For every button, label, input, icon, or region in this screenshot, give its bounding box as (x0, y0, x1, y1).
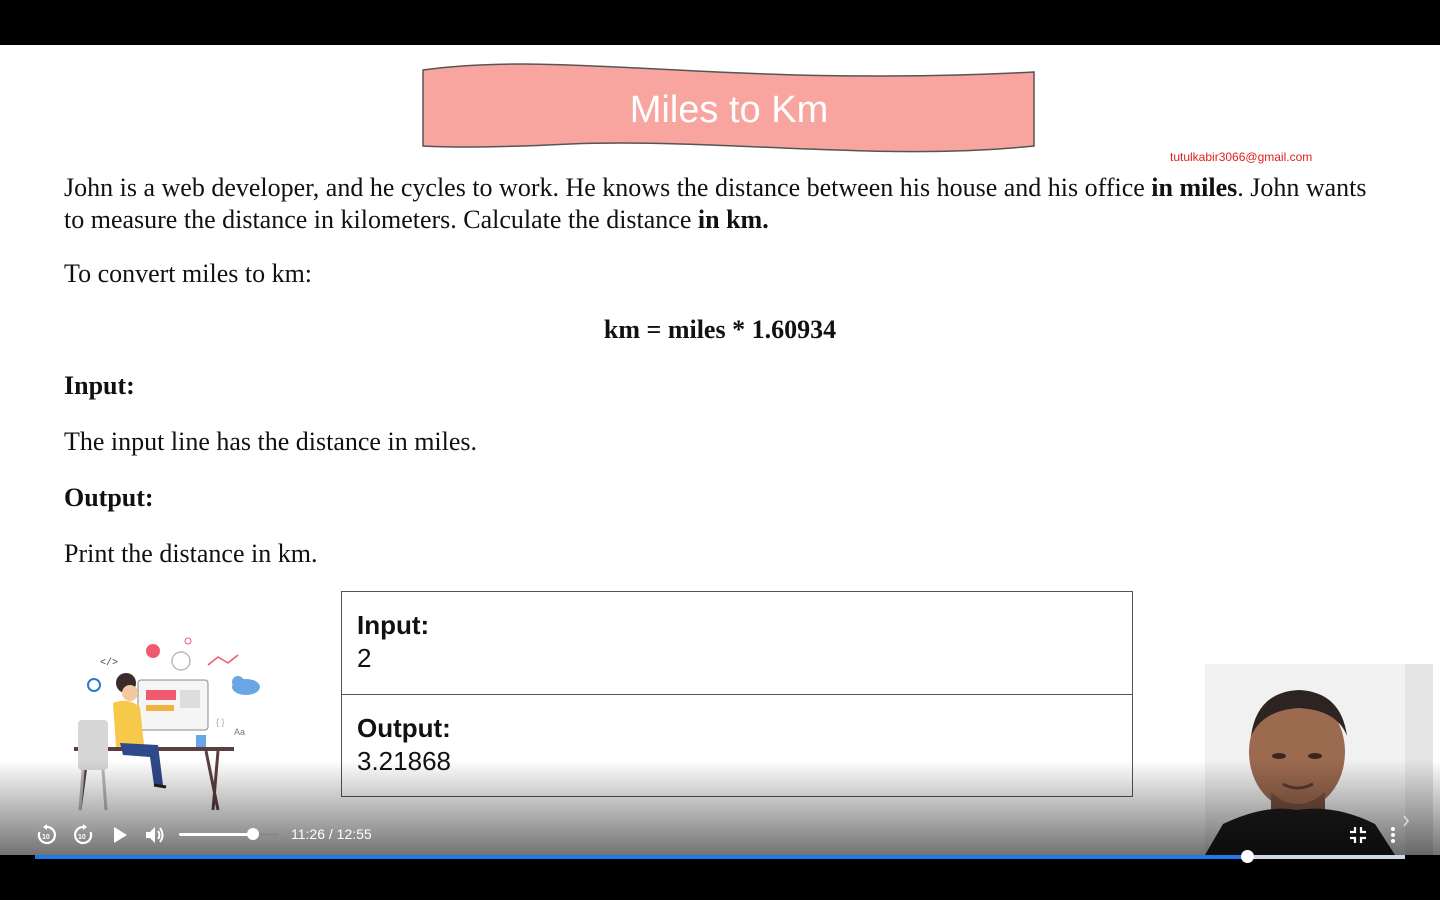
problem-description: John is a web developer, and he cycles t… (64, 172, 1384, 236)
volume-thumb[interactable] (247, 828, 259, 840)
time-display: 11:26 / 12:55 (291, 826, 372, 842)
progress-thumb[interactable] (1241, 850, 1255, 863)
exit-fullscreen-icon[interactable] (1346, 822, 1370, 848)
sample-input-value: 2 (357, 643, 372, 673)
volume-level (179, 833, 253, 836)
title-banner: Miles to Km (420, 58, 1038, 162)
intro-bold-2: in km. (697, 205, 769, 234)
svg-text:10: 10 (42, 834, 50, 841)
code-tag-text: </> (100, 657, 118, 669)
svg-text:{ }: { } (216, 717, 225, 727)
play-icon[interactable] (108, 822, 132, 848)
output-description: Print the distance in km. (64, 539, 318, 568)
watermark-email: tutulkabir3066@gmail.com (1170, 150, 1313, 164)
sample-input-row: Input: 2 (342, 592, 1132, 695)
sample-io-table: Input: 2 Output: 3.21868 (341, 591, 1133, 797)
sample-output-value: 3.21868 (357, 746, 451, 776)
forward-10-icon[interactable]: 10 (70, 822, 96, 848)
chevron-right-icon[interactable] (1398, 812, 1414, 830)
intro-text-1: John is a web developer, and he cycles t… (64, 173, 1152, 202)
progress-bar[interactable] (35, 850, 1405, 863)
intro-bold-1: in miles (1151, 173, 1238, 202)
volume-slider[interactable] (179, 828, 279, 840)
slide: Miles to Km tutulkabir3066@gmail.com Joh… (0, 45, 1440, 855)
developer-illustration: </> Aa { } (68, 635, 268, 815)
volume-icon[interactable] (142, 822, 168, 848)
input-heading: Input: (64, 371, 135, 400)
progress-played (35, 855, 1248, 859)
slide-title: Miles to Km (629, 88, 829, 131)
convert-text: To convert miles to km: (64, 259, 313, 288)
aa-text: Aa (234, 727, 245, 737)
formula: km = miles * 1.60934 (603, 315, 837, 344)
sample-output-row: Output: 3.21868 (342, 695, 1132, 797)
sample-output-label: Output: (357, 713, 451, 743)
sample-input-label: Input: (357, 610, 430, 640)
output-heading: Output: (64, 483, 154, 512)
input-description: The input line has the distance in miles… (64, 427, 478, 456)
svg-text:10: 10 (78, 834, 86, 841)
video-controls: 10 10 11:26 / 12:55 (0, 812, 1440, 857)
replay-10-icon[interactable]: 10 (34, 822, 60, 848)
